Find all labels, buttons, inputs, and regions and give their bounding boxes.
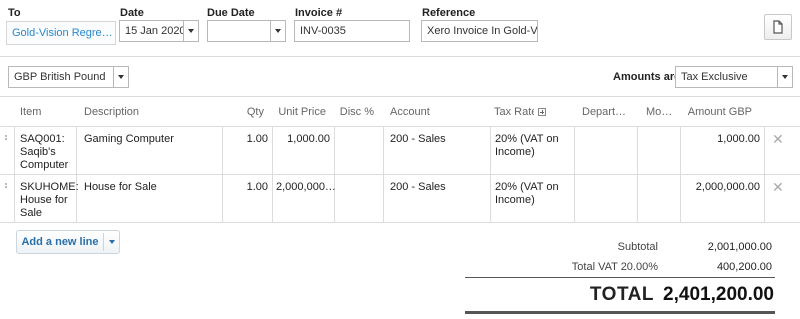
amounts-are-dropdown-button[interactable]	[777, 66, 793, 88]
column-header-description[interactable]: Description	[84, 96, 139, 128]
column-header-unit-price[interactable]: Unit Price	[276, 96, 326, 128]
row-item[interactable]: SKUHOME: House for Sale	[20, 181, 79, 220]
table-bottom-border	[0, 222, 800, 223]
chevron-down-icon	[782, 75, 788, 79]
date-picker-button[interactable]	[183, 20, 199, 42]
row-unit-price[interactable]: 2,000,000…	[276, 181, 336, 194]
document-icon	[773, 20, 783, 34]
column-header-tax-rate[interactable]: Tax Rate	[494, 96, 534, 128]
close-icon[interactable]: ✕	[772, 179, 784, 196]
amounts-are-label: Amounts are	[613, 71, 681, 83]
subtotal-value: 2,001,000.00	[707, 241, 772, 253]
row-unit-price[interactable]: 1,000.00	[276, 133, 330, 146]
due-date-field[interactable]	[207, 20, 273, 42]
due-date-label: Due Date	[207, 7, 255, 19]
chevron-down-icon	[275, 29, 281, 33]
date-label: Date	[120, 7, 144, 19]
drag-handle-icon[interactable]	[5, 182, 11, 190]
row-description[interactable]: House for Sale	[84, 181, 218, 194]
plus-square-icon[interactable]	[538, 108, 546, 116]
currency-dropdown-button[interactable]	[113, 66, 129, 88]
row-tax-rate[interactable]: 20% (VAT on Income)	[495, 133, 571, 159]
amounts-are-select[interactable]: Tax Exclusive	[675, 66, 778, 88]
subtotal-label: Subtotal	[617, 241, 658, 253]
total-vat-value: 400,200.00	[716, 261, 772, 273]
total-divider	[465, 277, 775, 278]
reference-label: Reference	[422, 7, 476, 19]
add-line-dropdown-button[interactable]	[104, 231, 120, 253]
close-icon[interactable]: ✕	[772, 131, 784, 148]
row-amount[interactable]: 1,000.00	[684, 133, 760, 146]
column-header-qty[interactable]: Qty	[230, 96, 264, 128]
add-line-button-group: Add a new line	[16, 230, 120, 254]
row-tax-rate[interactable]: 20% (VAT on Income)	[495, 181, 571, 207]
invoice-number-label: Invoice #	[295, 7, 343, 19]
column-header-item[interactable]: Item	[20, 96, 41, 128]
date-field[interactable]: 15 Jan 2020	[119, 20, 186, 42]
row-account[interactable]: 200 - Sales	[390, 133, 486, 146]
column-header-amount[interactable]: Amount GBP	[684, 96, 752, 128]
row-description[interactable]: Gaming Computer	[84, 133, 218, 146]
column-header-account[interactable]: Account	[390, 96, 430, 128]
reference-field[interactable]: Xero Invoice In Gold-Vision	[421, 20, 538, 42]
invoice-number-field[interactable]: INV-0035	[294, 20, 410, 42]
currency-select[interactable]: GBP British Pound	[8, 66, 118, 88]
chevron-down-icon	[188, 29, 194, 33]
document-button[interactable]	[764, 14, 792, 40]
to-contact-field[interactable]: Gold-Vision Regre…	[6, 21, 116, 45]
total-vat-label: Total VAT 20.00%	[571, 261, 658, 273]
column-header-disc[interactable]: Disc %	[336, 96, 374, 128]
row-account[interactable]: 200 - Sales	[390, 181, 486, 194]
total-double-rule	[465, 311, 775, 314]
column-header-department[interactable]: Depart…	[582, 96, 634, 128]
column-header-mo[interactable]: Mo…	[646, 96, 676, 128]
row-amount[interactable]: 2,000,000.00	[684, 181, 760, 194]
total-value: 2,401,200.00	[663, 284, 774, 305]
to-label: To	[8, 7, 21, 19]
due-date-picker-button[interactable]	[270, 20, 286, 42]
divider	[0, 56, 800, 57]
chevron-down-icon	[118, 75, 124, 79]
drag-handle-icon[interactable]	[5, 134, 11, 142]
add-new-line-button[interactable]: Add a new line	[17, 231, 103, 253]
row-item[interactable]: SAQ001: Saqib's Computer	[20, 133, 74, 172]
row-qty[interactable]: 1.00	[226, 133, 268, 146]
row-qty[interactable]: 1.00	[226, 181, 268, 194]
chevron-down-icon	[109, 240, 115, 244]
total-label: TOTAL	[589, 284, 654, 305]
